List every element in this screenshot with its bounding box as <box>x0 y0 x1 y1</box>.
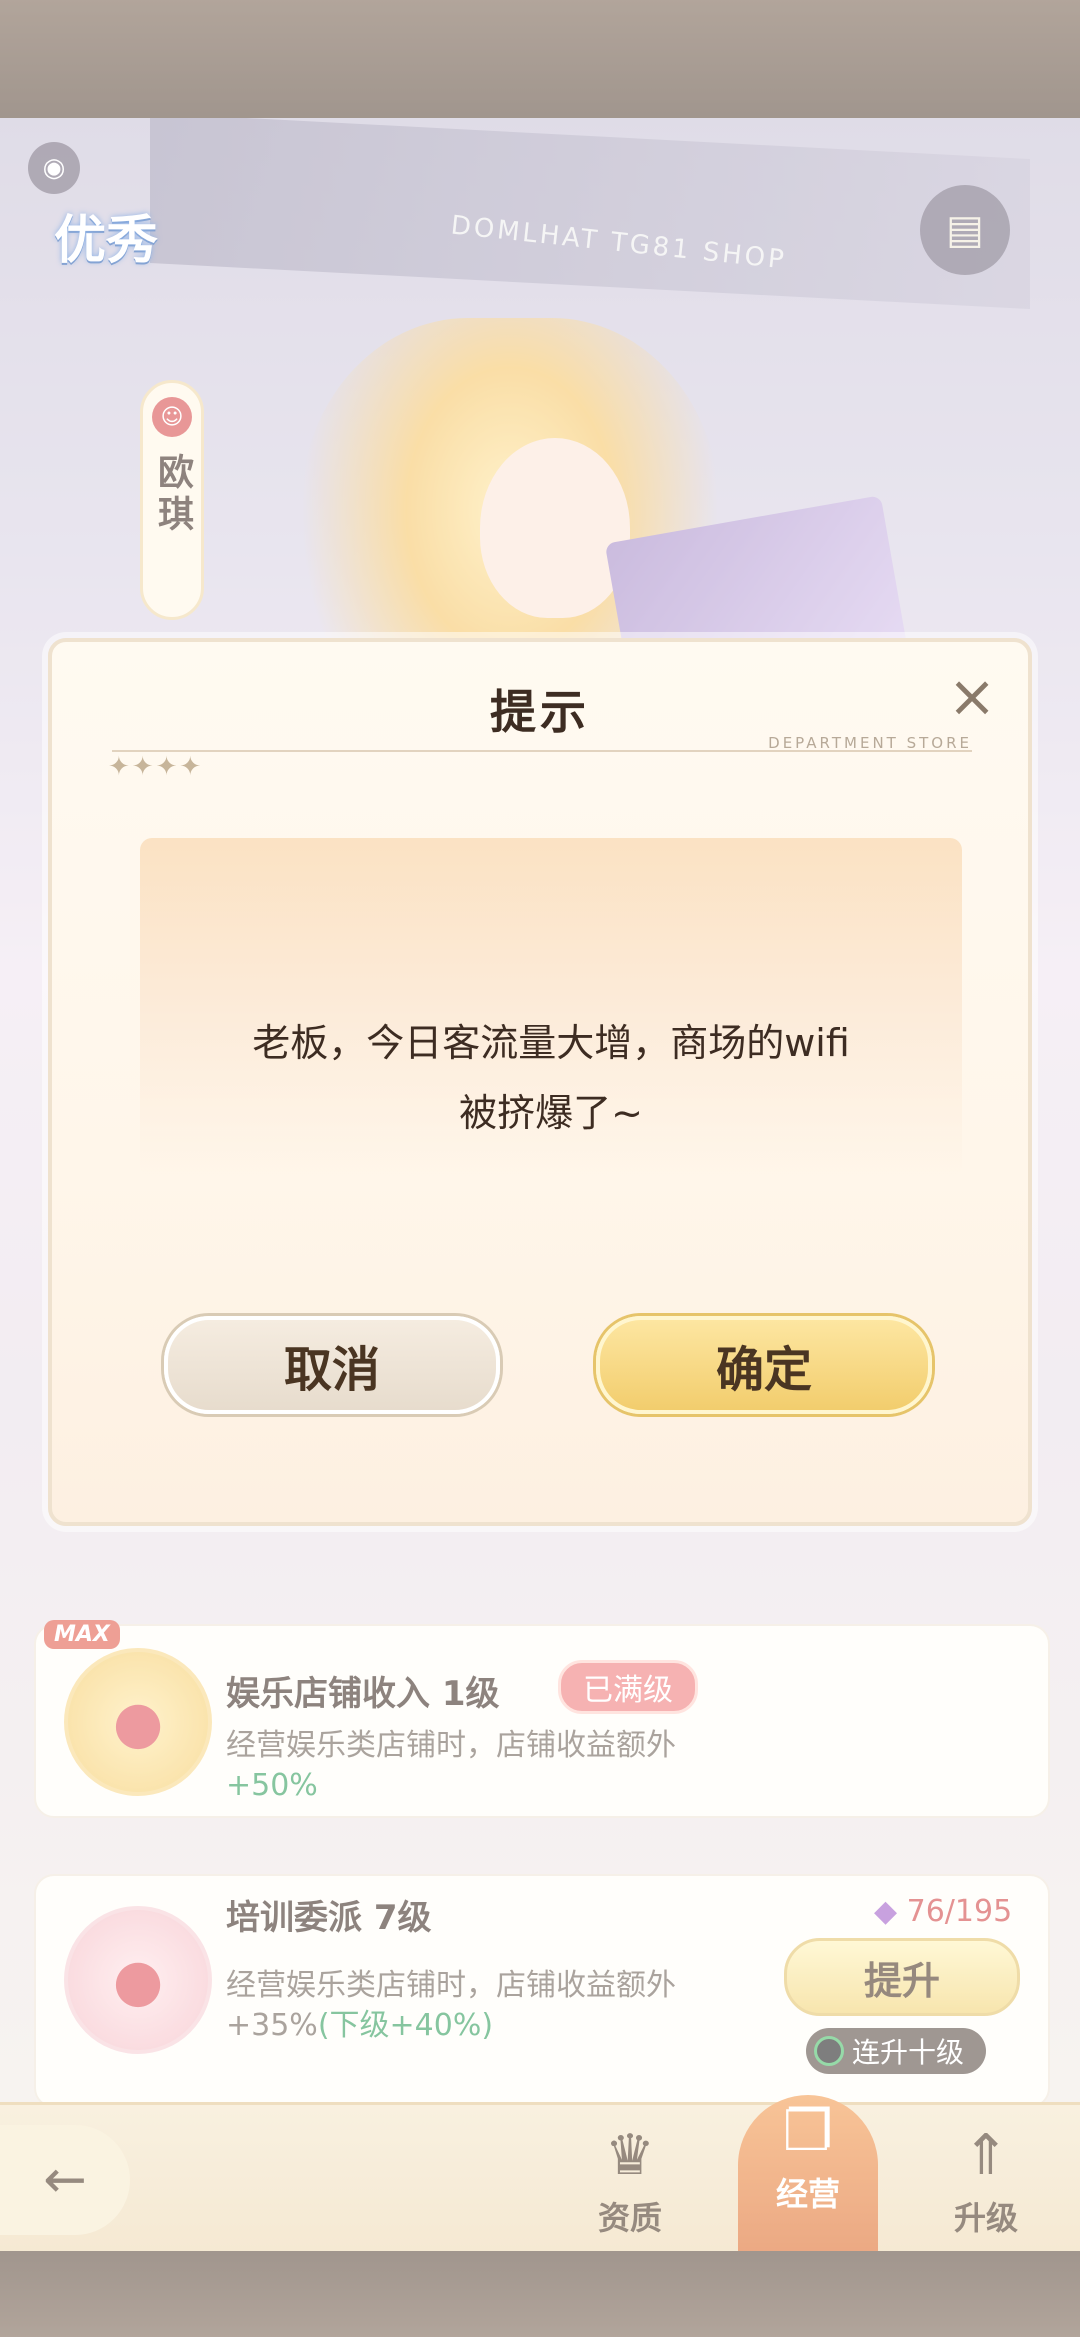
alert-dialog: 提示 DEPARTMENT STORE ✦✦✦✦ × 老板，今日客流量大增，商场… <box>48 638 1032 1526</box>
dialog-title: 提示 <box>490 685 590 739</box>
dialog-message: 老板，今日客流量大增，商场的wifi 被挤爆了~ <box>140 1008 962 1148</box>
message-line-2: 被挤爆了~ <box>459 1091 643 1135</box>
message-box: 老板，今日客流量大增，商场的wifi 被挤爆了~ <box>140 838 962 1178</box>
sparkle-icon: ✦✦✦✦ <box>108 752 204 782</box>
message-line-1: 老板，今日客流量大增，商场的wifi <box>252 1021 850 1065</box>
dialog-subtitle: DEPARTMENT STORE <box>768 734 972 752</box>
confirm-button[interactable]: 确定 <box>596 1316 932 1414</box>
cancel-button[interactable]: 取消 <box>164 1316 500 1414</box>
close-icon[interactable]: × <box>940 662 1004 730</box>
